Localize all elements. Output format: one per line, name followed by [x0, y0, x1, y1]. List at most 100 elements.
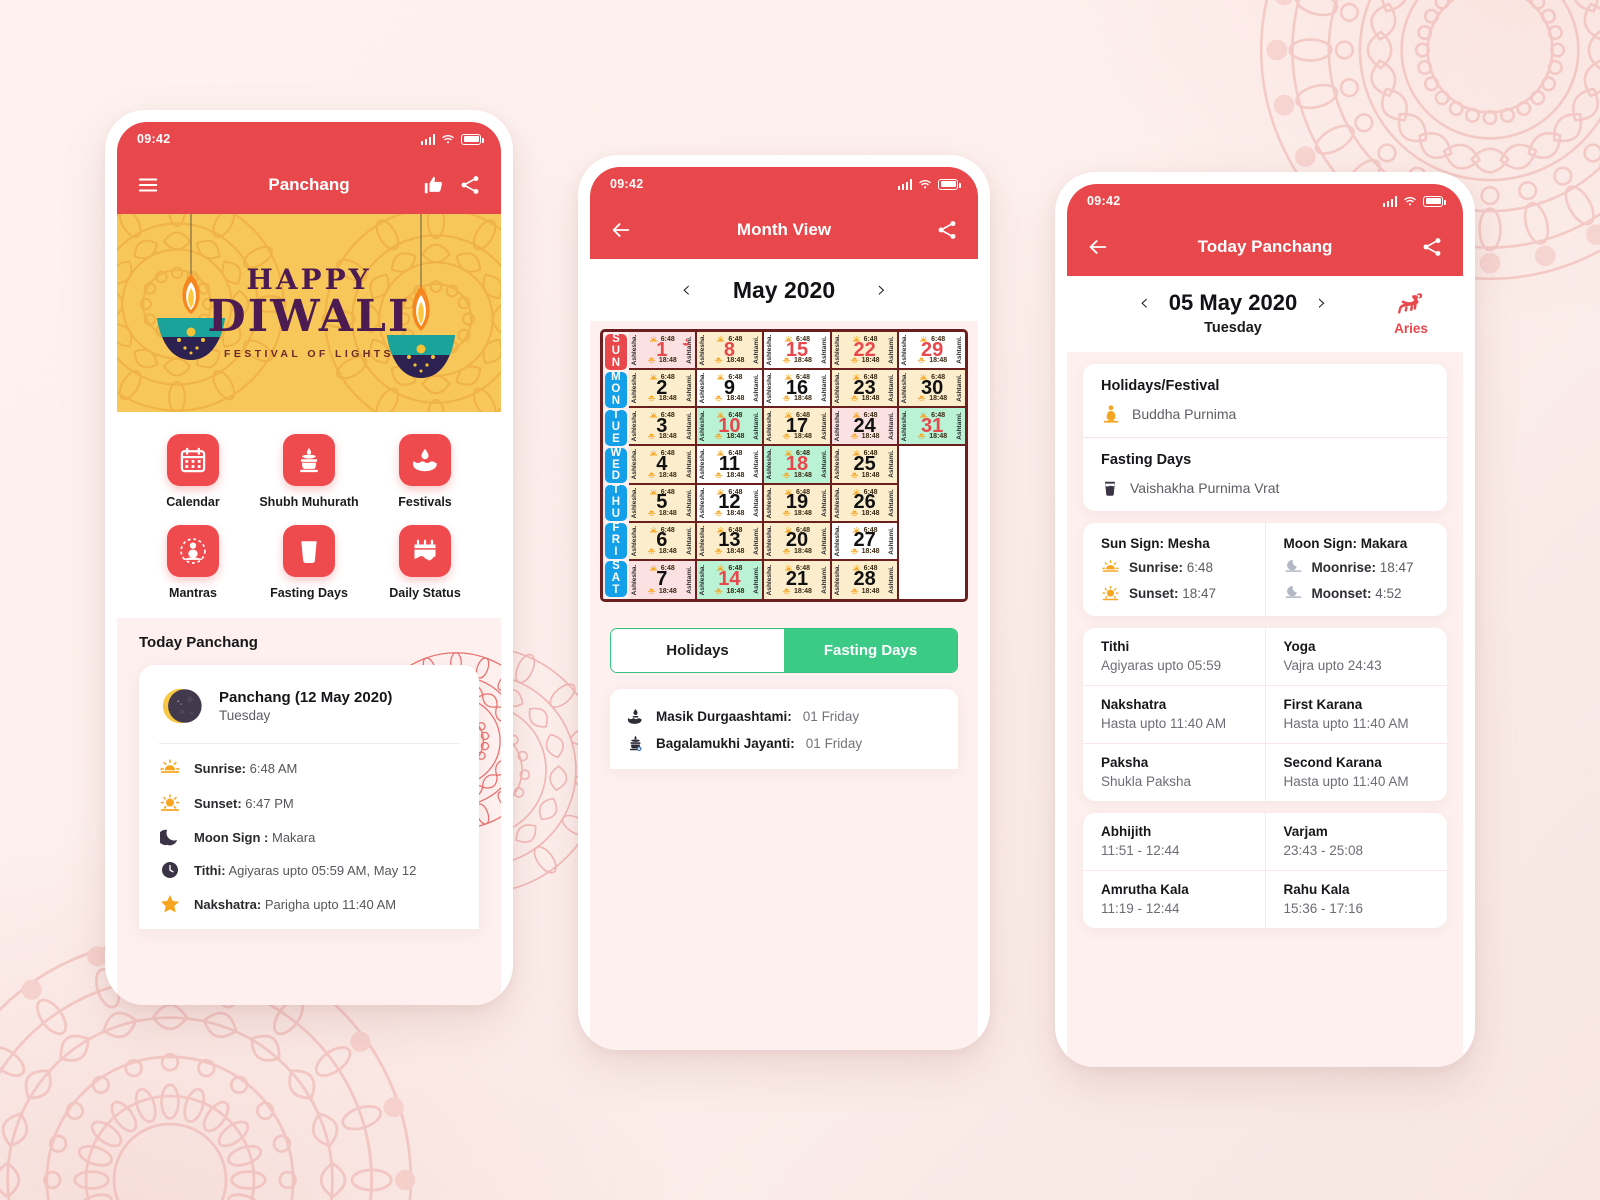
calendar-cell-15[interactable]: 6:48 Ashlesha. 15 Ashtami. 18:48	[764, 332, 832, 371]
list-item[interactable]: Masik Durgaashtami: 01 Friday	[626, 703, 942, 730]
table-row: Nakshatra Hasta upto 11:40 AM First Karana…	[1083, 685, 1447, 743]
fasting-days-list: Masik Durgaashtami: 01 Friday Bagalamukh…	[610, 689, 958, 770]
weekday-label-fri: FRI	[605, 522, 627, 560]
list-item-name: Masik Durgaashtami:	[656, 709, 792, 725]
moonset-label: Moonset:	[1311, 586, 1372, 601]
feature-tile-grid: Calendar Shubh Muhurath Festivals Mantra…	[117, 412, 501, 618]
weekday-label-sat: SAT	[605, 560, 627, 598]
calendar-cell-24[interactable]: 6:48 Ashlesha. 24 Ashtami. 18:48	[831, 408, 900, 447]
sunset-icon	[1102, 585, 1119, 601]
calendar-cell-12[interactable]: 6:48 Ashlesha. 12 Ashtami. 18:48	[696, 484, 765, 523]
hamburger-menu-icon[interactable]	[137, 174, 159, 196]
tile-mantras[interactable]: Mantras	[135, 525, 251, 600]
table-row: Paksha Shukla Paksha Second Karana Hasta up…	[1083, 743, 1447, 801]
phone-today-panchang-detail: 09:42 Today Panchang ‹ 05 May 2020 › Tue…	[1055, 172, 1475, 1067]
row-value: Parigha upto 11:40 AM	[264, 896, 397, 912]
moon-sign-title: Moon Sign: Makara	[1283, 536, 1408, 551]
moonrise-line: Moonrise: 18:47	[1284, 558, 1430, 577]
panchang-row-sunrise: Sunrise: 6:48 AM	[159, 757, 459, 779]
calendar-cell-31[interactable]: 6:48 Ashlesha. 31 Ashtami. 18:48	[899, 408, 965, 447]
calendar-cell-13[interactable]: 6:48 Ashlesha. 13 Ashtami. 18:48	[696, 522, 765, 561]
calendar-cell-28[interactable]: 6:48 Ashlesha. 28 Ashtami. 18:48	[831, 560, 900, 599]
calendar-cell-27[interactable]: 6:48 Ashlesha. 27 Ashtami. 18:48	[831, 522, 900, 561]
cellular-signal-icon	[1382, 195, 1397, 207]
cellular-signal-icon	[420, 133, 435, 145]
cell-sunset: 18:48	[764, 356, 830, 365]
table-cell: Second Karana Hasta upto 11:40 AM	[1264, 744, 1448, 801]
calendar-cell-14[interactable]: 6:48 Ashlesha. 14 Ashtami. 18:48	[696, 560, 765, 599]
cell-sunset: 18:48	[629, 356, 695, 365]
prev-day-button[interactable]: ‹	[1140, 291, 1149, 315]
share-icon[interactable]	[459, 174, 481, 196]
thumbs-up-icon[interactable]	[423, 174, 445, 196]
cell-key: Nakshatra	[1101, 697, 1167, 712]
calendar-cell-3[interactable]: 6:48 Ashlesha. 3 Ashtami. 18:48	[629, 408, 697, 447]
calendar-cell-10[interactable]: 6:48 Ashlesha. 10 Ashtami. 18:48	[696, 408, 765, 447]
calendar-cell-21[interactable]: 6:48 Ashlesha. 21 Ashtami. 18:48	[764, 560, 832, 599]
table-cell: Yoga Vajra upto 24:43	[1264, 628, 1448, 685]
tab-holidays[interactable]: Holidays	[611, 629, 784, 673]
calendar-cell-7[interactable]: 6:48 Ashlesha. 7 Ashtami. 18:48	[629, 560, 697, 599]
tab-fasting-days[interactable]: Fasting Days	[784, 629, 957, 673]
cell-sunset: 18:48	[697, 432, 763, 441]
tile-label: Shubh Muhurath	[259, 495, 359, 509]
back-arrow-icon[interactable]	[610, 219, 632, 241]
calendar-cell-19[interactable]: 6:48 Ashlesha. 19 Ashtami. 18:48	[764, 484, 832, 523]
calendar-cell-29[interactable]: 6:48 Ashlesha. 29 Ashtami. 18:48	[899, 332, 965, 371]
clock-icon	[159, 860, 181, 880]
calendar-cell-2[interactable]: 6:48 Ashlesha. 2 Ashtami. 18:48	[629, 370, 697, 409]
calendar-cell-16[interactable]: 6:48 Ashlesha. 16 Ashtami. 18:48	[764, 370, 832, 409]
calendar-cell-25[interactable]: 6:48 Ashlesha. 25 Ashtami. 18:48	[831, 446, 900, 485]
calendar-cell-6[interactable]: 6:48 Ashlesha. 6 Ashtami. 18:48	[629, 522, 697, 561]
calendar-cell-22[interactable]: 6:48 Ashlesha. 22 Ashtami. 18:48	[831, 332, 900, 371]
calendar-cell-30[interactable]: 6:48 Ashlesha. 30 Ashtami. 18:48	[899, 370, 965, 409]
calendar-cell-17[interactable]: 6:48 Ashlesha. 17 Ashtami. 18:48	[764, 408, 832, 447]
sunset-line: Sunset: 18:47	[1101, 584, 1247, 603]
back-arrow-icon[interactable]	[1087, 236, 1109, 258]
cell-sunset: 18:48	[697, 394, 763, 403]
banner-line-1: HAPPY	[246, 263, 372, 297]
calendar-week-row: 6:48 Ashlesha. 6 Ashtami. 18:48 6:48 Ashlesha.…	[629, 522, 965, 561]
cell-sunset: 18:48	[832, 509, 898, 518]
next-month-button[interactable]: ›	[877, 278, 886, 302]
prev-month-button[interactable]: ‹	[682, 278, 691, 302]
calendar-cell-18[interactable]: 6:48 Ashlesha. 18 Ashtami. 18:48	[764, 446, 832, 485]
month-navigation: ‹ May 2020 ›	[590, 259, 978, 321]
zodiac-sign[interactable]: Aries	[1379, 291, 1443, 336]
cell-sunset: 18:48	[764, 394, 830, 403]
calendar-cell-9[interactable]: 6:48 Ashlesha. 9 Ashtami. 18:48	[696, 370, 765, 409]
calendar-cell-23[interactable]: 6:48 Ashlesha. 23 Ashtami. 18:48	[831, 370, 900, 409]
cell-sunset: 18:48	[764, 547, 830, 556]
sunrise-line: Sunrise: 6:48	[1101, 558, 1247, 577]
calendar-cell-4[interactable]: 6:48 Ashlesha. 4 Ashtami. 18:48	[629, 446, 697, 485]
current-month-label: May 2020	[732, 276, 836, 303]
calendar-cell-8[interactable]: 6:48 Ashlesha. 8 Ashtami. 18:48	[696, 332, 765, 371]
share-icon[interactable]	[1421, 236, 1443, 258]
cell-sunset: 18:48	[764, 509, 830, 518]
calendar-cell-1[interactable]: 6:48 Ashlesha. 1 Ashtami. 18:48	[629, 332, 697, 371]
share-icon[interactable]	[936, 219, 958, 241]
cell-value: Agiyaras upto 05:59	[1101, 658, 1222, 673]
cell-sunset: 18:48	[832, 587, 898, 596]
tile-daily-status[interactable]: Daily Status	[367, 525, 483, 600]
list-item[interactable]: Bagalamukhi Jayanti: 01 Friday	[626, 730, 942, 757]
table-cell: Varjam 23:43 - 25:08	[1264, 813, 1448, 870]
cell-key: First Karana	[1283, 697, 1363, 712]
panchang-table-primary: Tithi Agiyaras upto 05:59 Yoga Vajra upto 2…	[1083, 628, 1447, 801]
app-bar-home: Panchang	[117, 156, 501, 214]
tile-festivals[interactable]: Festivals	[367, 434, 483, 509]
table-row: Abhijith 11:51 - 12:44 Varjam 23:43 - 25:08	[1083, 813, 1447, 870]
cell-key: Varjam	[1283, 824, 1328, 839]
calendar-cell-11[interactable]: 6:48 Ashlesha. 11 Ashtami. 18:48	[696, 446, 765, 485]
next-day-button[interactable]: ›	[1317, 291, 1326, 315]
calendar-cell-20[interactable]: 6:48 Ashlesha. 20 Ashtami. 18:48	[764, 522, 832, 561]
calendar-cell-26[interactable]: 6:48 Ashlesha. 26 Ashtami. 18:48	[831, 484, 900, 523]
card-subtitle: Tuesday	[219, 708, 271, 723]
cell-sunset: 18:48	[832, 471, 898, 480]
today-panchang-section: Today Panchang Panchang (12 May 2020) Tu…	[117, 618, 501, 1005]
tile-fasting-days[interactable]: Fasting Days	[251, 525, 367, 600]
calendar-cell-5[interactable]: 6:48 Ashlesha. 5 Ashtami. 18:48	[629, 484, 697, 523]
tile-calendar[interactable]: Calendar	[135, 434, 251, 509]
tile-shubh-muhurath[interactable]: Shubh Muhurath	[251, 434, 367, 509]
table-cell: First Karana Hasta upto 11:40 AM	[1264, 686, 1448, 743]
